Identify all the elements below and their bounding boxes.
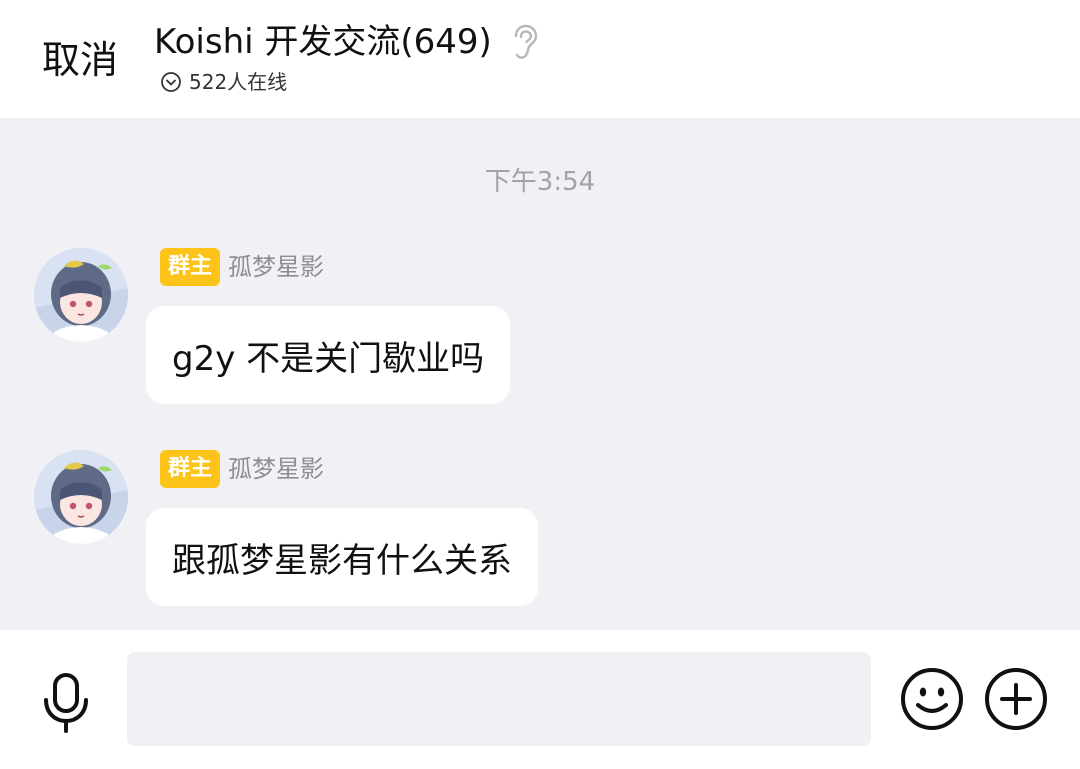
chat-screen: 取消 Koishi 开发交流(649) 522人在线 下午3:54 群主 孤梦星… <box>0 0 1080 769</box>
online-status[interactable]: 522人在线 <box>160 70 287 94</box>
message-bubble[interactable]: 跟孤梦星影有什么关系 <box>146 508 538 606</box>
title-row[interactable]: Koishi 开发交流(649) <box>154 22 540 62</box>
smiley-icon[interactable] <box>900 667 964 731</box>
chevron-down-circle-icon <box>160 71 182 93</box>
ear-icon[interactable] <box>510 24 540 60</box>
sender-name[interactable]: 孤梦星影 <box>228 453 324 485</box>
online-count: 522人在线 <box>189 70 288 94</box>
cancel-button[interactable]: 取消 <box>42 38 118 82</box>
owner-badge: 群主 <box>160 248 221 286</box>
timestamp: 下午3:54 <box>484 167 596 197</box>
message-input[interactable] <box>127 652 871 746</box>
header: 取消 Koishi 开发交流(649) 522人在线 <box>0 0 1080 118</box>
message-meta: 群主 孤梦星影 <box>160 450 324 488</box>
avatar[interactable] <box>34 248 128 342</box>
message-meta: 群主 孤梦星影 <box>160 248 324 286</box>
owner-badge: 群主 <box>160 450 221 488</box>
microphone-icon[interactable] <box>38 672 94 734</box>
message-list[interactable]: 下午3:54 群主 孤梦星影 g2y 不是关门歇业吗 群主 孤梦星影 跟孤梦星影… <box>0 118 1080 630</box>
message-bubble[interactable]: g2y 不是关门歇业吗 <box>146 306 511 404</box>
group-title[interactable]: Koishi 开发交流(649) <box>154 22 492 62</box>
plus-circle-icon[interactable] <box>984 667 1048 731</box>
avatar[interactable] <box>34 450 128 544</box>
sender-name[interactable]: 孤梦星影 <box>228 251 324 283</box>
input-bar <box>0 630 1080 769</box>
